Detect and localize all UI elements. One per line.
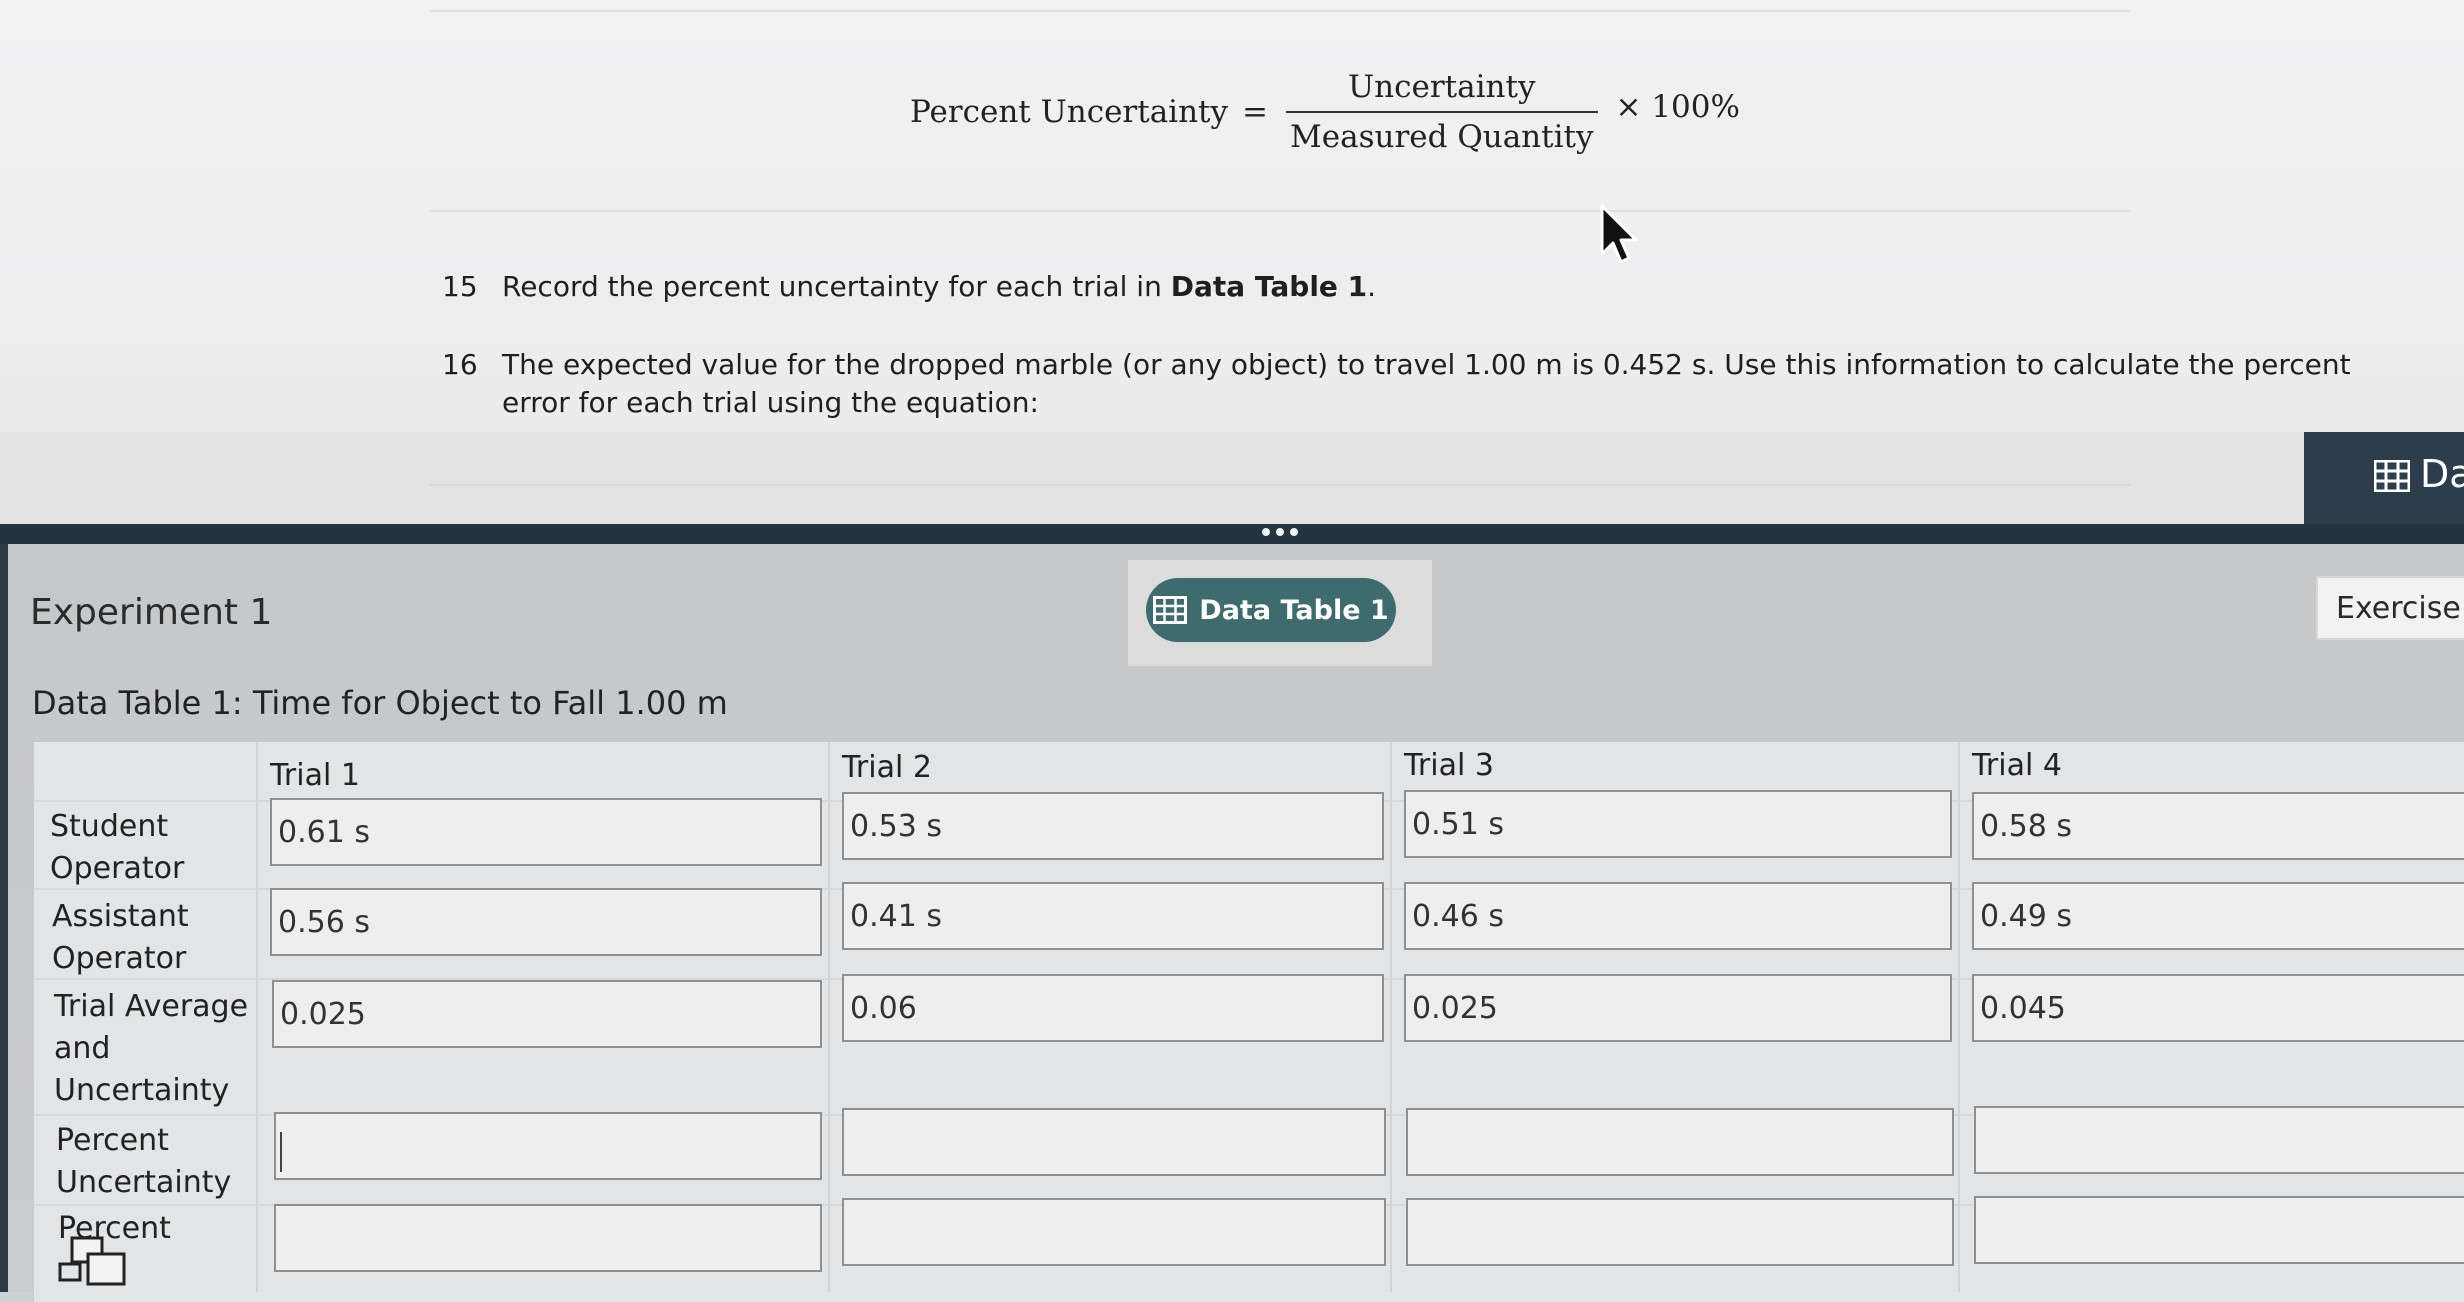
percent-error-trial-3-input[interactable]: [1406, 1198, 1954, 1266]
row-label-line: Student: [50, 809, 169, 844]
step-text-line: error for each trial using the equation:: [502, 386, 1039, 419]
data-table-1-label: Data Table 1: [1199, 594, 1389, 626]
table-caption: Data Table 1: Time for Object to Fall 1.…: [32, 684, 728, 722]
percent-error-trial-1-input[interactable]: [274, 1204, 822, 1272]
column-separator: [1390, 742, 1392, 1292]
assistant-operator-trial-2-input[interactable]: [842, 882, 1384, 950]
percent-uncertainty-trial-3-input[interactable]: [1406, 1108, 1954, 1176]
trial-average-trial-3-input[interactable]: [1404, 974, 1952, 1042]
trial-average-trial-1-input[interactable]: [272, 980, 822, 1048]
formula-equals: =: [1242, 94, 1269, 130]
exercise-1-tab[interactable]: Exercise 1: [2316, 576, 2464, 640]
step-text-part: .: [1367, 270, 1377, 303]
column-header-trial-1: Trial 1: [270, 758, 360, 793]
student-operator-trial-1-input[interactable]: [270, 798, 822, 866]
step-number: 16: [442, 348, 478, 381]
row-label-line: Operator: [50, 851, 185, 886]
trial-average-trial-4-input[interactable]: [1972, 974, 2464, 1042]
percent-error-trial-4-input[interactable]: [1974, 1196, 2464, 1264]
experiment-title: Experiment 1: [30, 592, 273, 633]
row-label-line: Uncertainty: [56, 1165, 232, 1200]
percent-uncertainty-trial-2-input[interactable]: [842, 1108, 1386, 1176]
separator-line: [430, 484, 2130, 486]
step-text-line: The expected value for the dropped marbl…: [502, 348, 2351, 381]
percent-uncertainty-formula: Percent Uncertainty = Uncertainty Measur…: [910, 62, 1740, 162]
table-grid-icon: [1153, 596, 1188, 624]
separator-line: [430, 10, 2130, 12]
percent-uncertainty-trial-4-input[interactable]: [1974, 1106, 2464, 1174]
row-label-percent-uncertainty: Percent Uncertainty: [56, 1120, 231, 1204]
formula-numerator: Uncertainty: [1348, 69, 1536, 105]
step-text: Record the percent uncertainty for each …: [502, 268, 1376, 306]
row-label-line: Uncertainty: [54, 1073, 230, 1108]
student-operator-trial-2-input[interactable]: [842, 792, 1384, 860]
step-text-part: Record the percent uncertainty for each …: [502, 270, 1171, 303]
column-header-trial-2: Trial 2: [842, 750, 932, 785]
row-label-assistant-operator: Assistant Operator: [52, 896, 189, 980]
assistant-operator-trial-3-input[interactable]: [1404, 882, 1952, 950]
row-label-line: Assistant: [52, 899, 189, 934]
step-15: 15 Record the percent uncertainty for ea…: [442, 268, 2142, 308]
column-separator: [1958, 742, 1960, 1292]
column-separator: [256, 742, 258, 1292]
formula-lhs: Percent Uncertainty: [910, 94, 1229, 130]
student-operator-trial-4-input[interactable]: [1972, 792, 2464, 860]
exercise-tab-label: Exercise 1: [2336, 590, 2464, 626]
row-label-line: Trial Average: [54, 989, 249, 1024]
column-header-trial-3: Trial 3: [1404, 748, 1494, 783]
percent-error-trial-2-input[interactable]: [842, 1198, 1386, 1266]
mouse-pointer-icon: [1600, 204, 1638, 264]
step-text: The expected value for the dropped marbl…: [502, 346, 2351, 422]
separator-line: [430, 210, 2130, 212]
trial-average-trial-2-input[interactable]: [842, 974, 1384, 1042]
data-table-1-button[interactable]: Data Table 1: [1146, 578, 1396, 642]
row-label-line: Operator: [52, 941, 187, 976]
assistant-operator-trial-4-input[interactable]: [1972, 882, 2464, 950]
next-content-band: [0, 432, 2310, 528]
row-label-line: and: [54, 1031, 111, 1066]
assistant-operator-trial-1-input[interactable]: [270, 888, 822, 956]
side-tab-label: Da: [2420, 452, 2464, 496]
percent-uncertainty-trial-1-input[interactable]: [274, 1112, 822, 1180]
row-label-trial-average: Trial Average and Uncertainty: [54, 986, 248, 1112]
formula-fraction: Uncertainty Measured Quantity: [1286, 69, 1598, 155]
formula-denominator: Measured Quantity: [1290, 119, 1594, 155]
row-label-student-operator: Student Operator: [50, 806, 184, 890]
resize-cursor-icon: [58, 1236, 126, 1286]
pane-resize-divider[interactable]: [0, 524, 2464, 544]
panel-left-edge: [0, 544, 8, 1292]
step-number: 15: [442, 270, 478, 303]
data-table-side-tab[interactable]: Da: [2304, 432, 2464, 524]
column-separator: [828, 742, 830, 1292]
row-label-line: Percent: [56, 1123, 169, 1158]
step-text-bold: Data Table 1: [1170, 270, 1368, 303]
resize-handle-icon[interactable]: [1262, 528, 1298, 536]
student-operator-trial-3-input[interactable]: [1404, 790, 1952, 858]
text-caret: [280, 1132, 282, 1172]
step-16: 16 The expected value for the dropped ma…: [442, 346, 2351, 426]
formula-multiplier: × 100%: [1615, 89, 1740, 125]
column-header-trial-4: Trial 4: [1972, 748, 2062, 783]
table-grid-icon: [2374, 460, 2410, 492]
